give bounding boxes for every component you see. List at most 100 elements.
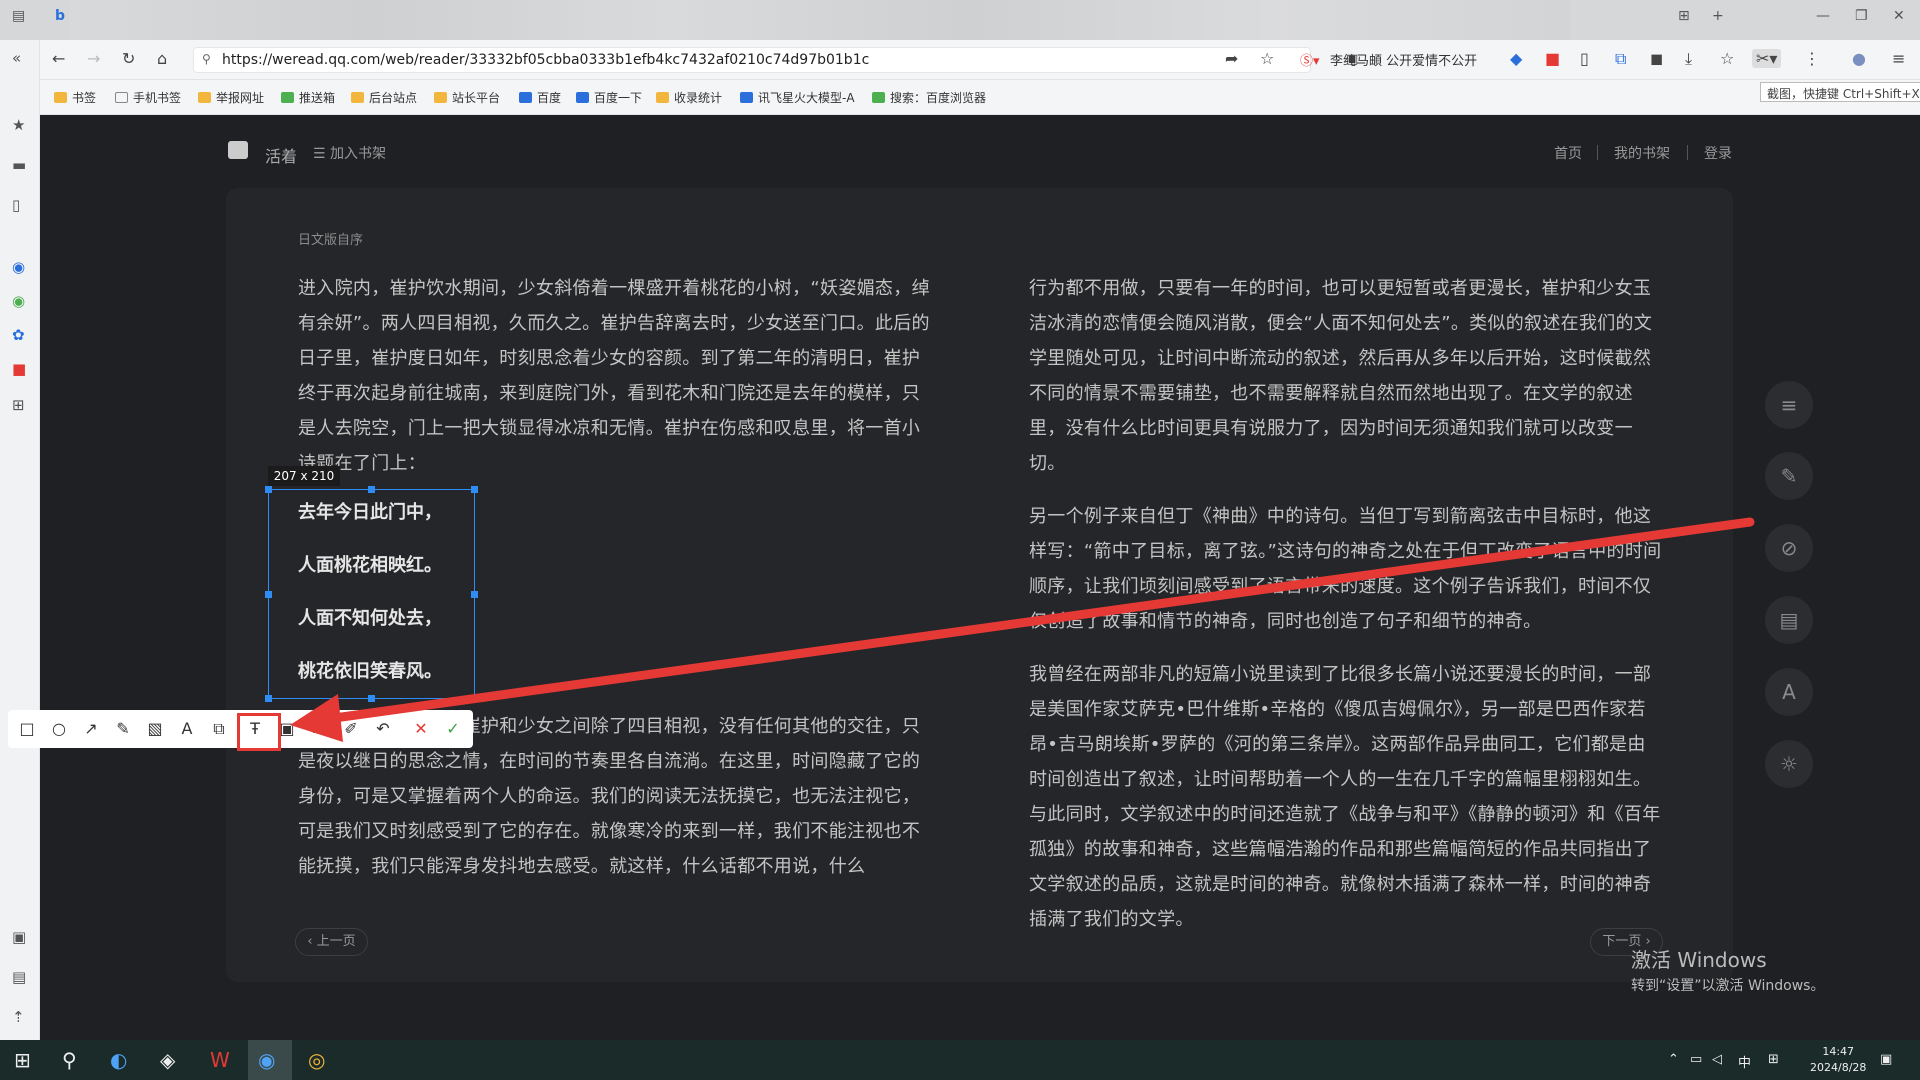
bookmark-item[interactable]: 推送箱 — [281, 89, 335, 106]
nav-my-shelf[interactable]: 我的书架 — [1614, 143, 1670, 163]
prev-page-button[interactable]: ‹ 上一页 — [295, 928, 368, 956]
notification-icon[interactable]: ▣ — [1880, 1052, 1892, 1067]
add-shelf-button[interactable]: ☰ 加入书架 — [313, 143, 386, 163]
search-icon[interactable]: ⚲ — [62, 1048, 77, 1072]
theme-button[interactable]: ☼ — [1765, 740, 1813, 788]
extension-icon-3[interactable]: ▯ — [1580, 49, 1589, 68]
confirm-icon[interactable]: ✓ — [442, 718, 464, 740]
share-icon[interactable]: ➦ — [1225, 49, 1238, 68]
weread-logo-icon[interactable] — [228, 141, 248, 159]
back-icon[interactable]: ← — [52, 49, 65, 68]
extension-icon-1[interactable]: ◆ — [1510, 49, 1522, 68]
tray-expand-icon[interactable]: ⌃ — [1668, 1052, 1679, 1067]
bookmark-item[interactable]: 站长平台 — [434, 89, 500, 106]
font-button[interactable]: A — [1765, 668, 1813, 716]
resize-handle[interactable] — [471, 695, 478, 702]
menu-icon[interactable]: ≡ — [1892, 49, 1905, 68]
selection-box[interactable] — [268, 489, 475, 699]
wps-icon[interactable]: W — [210, 1048, 230, 1072]
book-title[interactable]: 活着 — [265, 143, 297, 167]
nav-login[interactable]: 登录 — [1704, 143, 1732, 163]
news-ticker[interactable]: 李纯马頔 公开爱情不公开 — [1330, 50, 1525, 69]
bookmark-item[interactable]: 讯飞星火大模型-A — [740, 89, 855, 106]
app-icon-4[interactable]: ■ — [12, 360, 26, 378]
game-icon[interactable]: ▣ — [12, 928, 26, 946]
resize-handle[interactable] — [368, 486, 375, 493]
resize-handle[interactable] — [368, 695, 375, 702]
browser-sidebar: « ★ ▬ ▯ ◉ ◉ ✿ ■ ⊞ ▣ ▤ ⇡ — [0, 40, 40, 1040]
app-icon-2[interactable]: ◉ — [12, 292, 25, 310]
address-bar[interactable]: ⚲ https://weread.qq.com/web/reader/33332… — [193, 47, 1358, 73]
favorites-icon[interactable]: ★ — [12, 116, 25, 134]
avatar[interactable]: ● — [1852, 49, 1866, 68]
ime-indicator[interactable]: 中 — [1738, 1052, 1751, 1071]
notes-list-button[interactable]: ▤ — [1765, 596, 1813, 644]
text-icon[interactable]: A — [176, 718, 198, 740]
crop-icon[interactable]: ⧉ — [208, 718, 230, 740]
close-window-icon[interactable]: ✕ — [1893, 8, 1905, 24]
edit-icon[interactable]: ✐ — [340, 718, 362, 740]
nav-home[interactable]: 首页 — [1554, 143, 1582, 163]
app-icon[interactable]: ◈ — [160, 1048, 175, 1072]
cancel-icon[interactable]: ✕ — [410, 718, 432, 740]
edge-icon[interactable]: ◐ — [110, 1048, 127, 1072]
bookmark-item[interactable]: 后台站点 — [351, 89, 417, 106]
bookmark-item[interactable]: 手机书签 — [115, 89, 181, 106]
tab-area[interactable] — [70, 0, 1570, 40]
ellipse-icon[interactable]: ○ — [48, 718, 70, 740]
search-app-icon[interactable]: ◉ — [12, 258, 25, 276]
bookmark-item[interactable]: 收录统计 — [656, 89, 722, 106]
resize-handle[interactable] — [265, 695, 272, 702]
toolbox-icon[interactable]: ▤ — [12, 968, 26, 986]
resize-handle[interactable] — [471, 591, 478, 598]
pencil-icon[interactable]: ✎ — [112, 718, 134, 740]
more-icon[interactable]: ⋮ — [1804, 49, 1820, 68]
chrome-icon[interactable]: ◎ — [308, 1048, 325, 1072]
restore-icon[interactable]: ❐ — [1855, 8, 1868, 24]
baidu-icon[interactable]: ✿ — [12, 326, 25, 344]
favorites-toolbar-icon[interactable]: ☆ — [1720, 49, 1734, 68]
network-icon[interactable]: ▭ — [1690, 1052, 1702, 1067]
bookmark-item[interactable]: 百度一下 — [576, 89, 642, 106]
undo-icon[interactable]: ↶ — [372, 718, 394, 740]
bookmark-star-icon[interactable]: ☆ — [1260, 49, 1274, 68]
forward-icon[interactable]: → — [87, 49, 100, 68]
mosaic-icon[interactable]: ▧ — [144, 718, 166, 740]
resize-handle[interactable] — [471, 486, 478, 493]
note-button[interactable]: ✎ — [1765, 452, 1813, 500]
collapse-sidebar-icon[interactable]: « — [12, 49, 21, 67]
comment-toggle-button[interactable]: ⊘ — [1765, 524, 1813, 572]
pin-icon[interactable]: ▭ — [308, 718, 330, 740]
extension-icon-5[interactable]: ◼ — [1650, 49, 1663, 68]
screenshot-tool-icon[interactable]: ✂▾ — [1752, 49, 1782, 68]
toc-button[interactable]: ≡ — [1765, 381, 1813, 429]
pin-icon[interactable]: ⇡ — [12, 1008, 25, 1026]
ime-mode-icon[interactable]: ⊞ — [1768, 1052, 1779, 1067]
resize-handle[interactable] — [265, 591, 272, 598]
reload-icon[interactable]: ↻ — [122, 49, 135, 68]
sogou-icon[interactable]: Ⓢ▾ — [1300, 50, 1320, 69]
new-tab-icon[interactable]: + — [1712, 8, 1724, 24]
add-app-icon[interactable]: ⊞ — [12, 396, 25, 414]
start-icon[interactable]: ⊞ — [14, 1048, 31, 1072]
translate-icon[interactable]: ⧉ — [1615, 49, 1626, 69]
extension-icon-2[interactable]: ■ — [1545, 49, 1560, 68]
rectangle-icon[interactable]: □ — [16, 718, 38, 740]
bookmark-item[interactable]: 搜索：百度浏览器 — [872, 89, 986, 106]
home-icon[interactable]: ⌂ — [157, 49, 167, 68]
folder-icon[interactable]: ▬ — [12, 156, 26, 174]
bookmark-item[interactable]: 举报网址 — [198, 89, 264, 106]
clock[interactable]: 14:47 2024/8/28 — [1810, 1044, 1866, 1076]
minimize-icon[interactable]: — — [1816, 8, 1830, 24]
bookmark-item[interactable]: 书签 — [54, 89, 96, 106]
tab-list-icon[interactable]: ⊞ — [1678, 8, 1690, 24]
bookmark-item[interactable]: 百度 — [519, 89, 561, 106]
resize-handle[interactable] — [265, 486, 272, 493]
volume-icon[interactable]: ◁ — [1712, 1052, 1722, 1067]
phone-icon[interactable]: ▯ — [12, 196, 20, 214]
browser-taskbar-icon[interactable]: ◉ — [258, 1048, 275, 1072]
arrow-icon[interactable]: ↗ — [80, 718, 102, 740]
download-icon[interactable]: ⤓ — [1685, 49, 1692, 69]
url-text[interactable]: https://weread.qq.com/web/reader/33332bf… — [222, 52, 869, 68]
browser-menu-icon[interactable]: ▤ — [12, 8, 25, 24]
